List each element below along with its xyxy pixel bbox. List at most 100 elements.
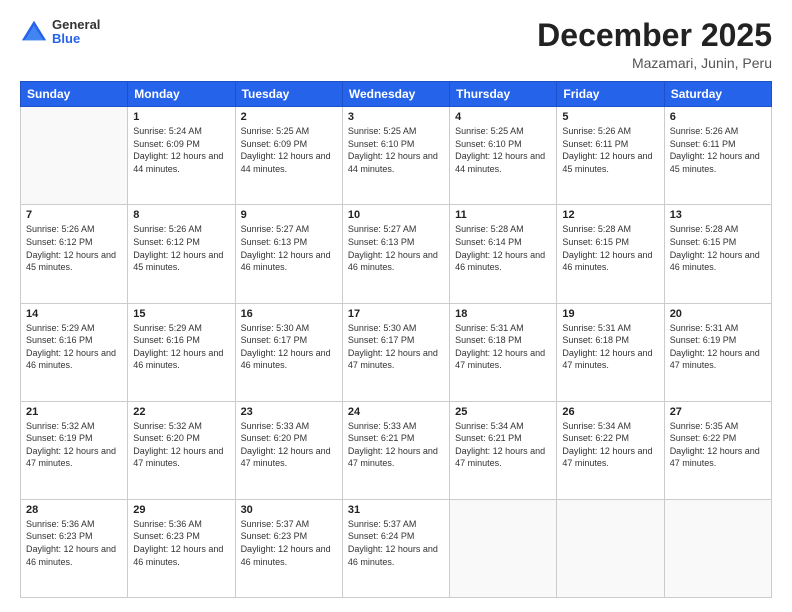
day-number: 29	[133, 504, 229, 516]
day-number: 8	[133, 209, 229, 221]
calendar-week-5: 28 Sunrise: 5:36 AMSunset: 6:23 PMDayligh…	[21, 499, 772, 597]
calendar-header-wednesday: Wednesday	[342, 82, 449, 107]
day-number: 9	[241, 209, 337, 221]
day-info: Sunrise: 5:26 AMSunset: 6:12 PMDaylight:…	[26, 223, 122, 273]
day-info: Sunrise: 5:26 AMSunset: 6:12 PMDaylight:…	[133, 223, 229, 273]
day-info: Sunrise: 5:31 AMSunset: 6:18 PMDaylight:…	[562, 322, 658, 372]
day-info: Sunrise: 5:34 AMSunset: 6:21 PMDaylight:…	[455, 420, 551, 470]
calendar-header-sunday: Sunday	[21, 82, 128, 107]
day-number: 19	[562, 308, 658, 320]
calendar-week-1: 1 Sunrise: 5:24 AMSunset: 6:09 PMDaylight…	[21, 107, 772, 205]
day-info: Sunrise: 5:36 AMSunset: 6:23 PMDaylight:…	[26, 518, 122, 568]
day-number: 11	[455, 209, 551, 221]
day-info: Sunrise: 5:24 AMSunset: 6:09 PMDaylight:…	[133, 125, 229, 175]
day-info: Sunrise: 5:28 AMSunset: 6:15 PMDaylight:…	[670, 223, 766, 273]
calendar-week-3: 14Sunrise: 5:29 AMSunset: 6:16 PMDayligh…	[21, 303, 772, 401]
day-number: 2	[241, 111, 337, 123]
day-number: 25	[455, 406, 551, 418]
day-info: Sunrise: 5:33 AMSunset: 6:20 PMDaylight:…	[241, 420, 337, 470]
location: Mazamari, Junin, Peru	[537, 55, 772, 71]
calendar-cell: 8 Sunrise: 5:26 AMSunset: 6:12 PMDaylight…	[128, 205, 235, 303]
calendar-header-thursday: Thursday	[450, 82, 557, 107]
day-number: 15	[133, 308, 229, 320]
day-number: 3	[348, 111, 444, 123]
day-info: Sunrise: 5:28 AMSunset: 6:14 PMDaylight:…	[455, 223, 551, 273]
calendar-week-4: 21 Sunrise: 5:32 AMSunset: 6:19 PMDayligh…	[21, 401, 772, 499]
day-info: Sunrise: 5:34 AMSunset: 6:22 PMDaylight:…	[562, 420, 658, 470]
calendar-cell: 19 Sunrise: 5:31 AMSunset: 6:18 PMDayligh…	[557, 303, 664, 401]
day-number: 24	[348, 406, 444, 418]
day-info: Sunrise: 5:29 AMSunset: 6:16 PMDaylight:…	[26, 322, 122, 372]
day-number: 22	[133, 406, 229, 418]
day-number: 28	[26, 504, 122, 516]
calendar-cell	[557, 499, 664, 597]
calendar-cell: 23 Sunrise: 5:33 AMSunset: 6:20 PMDayligh…	[235, 401, 342, 499]
day-info: Sunrise: 5:37 AMSunset: 6:24 PMDaylight:…	[348, 518, 444, 568]
calendar-cell: 31 Sunrise: 5:37 AMSunset: 6:24 PMDayligh…	[342, 499, 449, 597]
day-info: Sunrise: 5:26 AMSunset: 6:11 PMDaylight:…	[562, 125, 658, 175]
logo-text: General Blue	[52, 18, 100, 47]
logo: General Blue	[20, 18, 100, 47]
day-number: 13	[670, 209, 766, 221]
day-info: Sunrise: 5:30 AMSunset: 6:17 PMDaylight:…	[348, 322, 444, 372]
day-number: 27	[670, 406, 766, 418]
calendar-cell: 13 Sunrise: 5:28 AMSunset: 6:15 PMDayligh…	[664, 205, 771, 303]
calendar-cell: 16 Sunrise: 5:30 AMSunset: 6:17 PMDayligh…	[235, 303, 342, 401]
day-info: Sunrise: 5:32 AMSunset: 6:19 PMDaylight:…	[26, 420, 122, 470]
day-info: Sunrise: 5:31 AMSunset: 6:18 PMDaylight:…	[455, 322, 551, 372]
calendar-cell: 26Sunrise: 5:34 AMSunset: 6:22 PMDayligh…	[557, 401, 664, 499]
day-number: 16	[241, 308, 337, 320]
calendar-table: SundayMondayTuesdayWednesdayThursdayFrid…	[20, 81, 772, 598]
calendar-cell	[21, 107, 128, 205]
calendar-cell: 1 Sunrise: 5:24 AMSunset: 6:09 PMDaylight…	[128, 107, 235, 205]
day-number: 31	[348, 504, 444, 516]
calendar-header-row: SundayMondayTuesdayWednesdayThursdayFrid…	[21, 82, 772, 107]
title-area: December 2025 Mazamari, Junin, Peru	[537, 18, 772, 71]
calendar-cell: 25 Sunrise: 5:34 AMSunset: 6:21 PMDayligh…	[450, 401, 557, 499]
calendar-header-saturday: Saturday	[664, 82, 771, 107]
calendar-header-monday: Monday	[128, 82, 235, 107]
calendar-cell: 4Sunrise: 5:25 AMSunset: 6:10 PMDaylight…	[450, 107, 557, 205]
calendar-cell: 22 Sunrise: 5:32 AMSunset: 6:20 PMDayligh…	[128, 401, 235, 499]
day-number: 23	[241, 406, 337, 418]
header: General Blue December 2025 Mazamari, Jun…	[20, 18, 772, 71]
calendar-header-friday: Friday	[557, 82, 664, 107]
day-number: 12	[562, 209, 658, 221]
day-info: Sunrise: 5:26 AMSunset: 6:11 PMDaylight:…	[670, 125, 766, 175]
day-number: 17	[348, 308, 444, 320]
day-number: 10	[348, 209, 444, 221]
day-info: Sunrise: 5:37 AMSunset: 6:23 PMDaylight:…	[241, 518, 337, 568]
logo-blue-text: Blue	[52, 32, 100, 46]
day-info: Sunrise: 5:32 AMSunset: 6:20 PMDaylight:…	[133, 420, 229, 470]
day-number: 1	[133, 111, 229, 123]
calendar-cell: 9Sunrise: 5:27 AMSunset: 6:13 PMDaylight…	[235, 205, 342, 303]
day-number: 6	[670, 111, 766, 123]
day-info: Sunrise: 5:29 AMSunset: 6:16 PMDaylight:…	[133, 322, 229, 372]
day-info: Sunrise: 5:25 AMSunset: 6:09 PMDaylight:…	[241, 125, 337, 175]
day-info: Sunrise: 5:28 AMSunset: 6:15 PMDaylight:…	[562, 223, 658, 273]
calendar-cell	[450, 499, 557, 597]
calendar-cell: 12 Sunrise: 5:28 AMSunset: 6:15 PMDayligh…	[557, 205, 664, 303]
calendar-cell: 18 Sunrise: 5:31 AMSunset: 6:18 PMDayligh…	[450, 303, 557, 401]
day-number: 20	[670, 308, 766, 320]
day-info: Sunrise: 5:25 AMSunset: 6:10 PMDaylight:…	[455, 125, 551, 175]
day-number: 18	[455, 308, 551, 320]
calendar-cell: 27 Sunrise: 5:35 AMSunset: 6:22 PMDayligh…	[664, 401, 771, 499]
day-number: 30	[241, 504, 337, 516]
day-info: Sunrise: 5:27 AMSunset: 6:13 PMDaylight:…	[348, 223, 444, 273]
calendar-cell: 17 Sunrise: 5:30 AMSunset: 6:17 PMDayligh…	[342, 303, 449, 401]
page: General Blue December 2025 Mazamari, Jun…	[0, 0, 792, 612]
day-info: Sunrise: 5:36 AMSunset: 6:23 PMDaylight:…	[133, 518, 229, 568]
calendar-cell: 28 Sunrise: 5:36 AMSunset: 6:23 PMDayligh…	[21, 499, 128, 597]
calendar-week-2: 7Sunrise: 5:26 AMSunset: 6:12 PMDaylight…	[21, 205, 772, 303]
calendar-cell: 24Sunrise: 5:33 AMSunset: 6:21 PMDayligh…	[342, 401, 449, 499]
day-info: Sunrise: 5:30 AMSunset: 6:17 PMDaylight:…	[241, 322, 337, 372]
calendar-cell: 6 Sunrise: 5:26 AMSunset: 6:11 PMDaylight…	[664, 107, 771, 205]
calendar-header-tuesday: Tuesday	[235, 82, 342, 107]
day-number: 21	[26, 406, 122, 418]
calendar-cell: 2 Sunrise: 5:25 AMSunset: 6:09 PMDaylight…	[235, 107, 342, 205]
calendar-cell: 21 Sunrise: 5:32 AMSunset: 6:19 PMDayligh…	[21, 401, 128, 499]
day-info: Sunrise: 5:35 AMSunset: 6:22 PMDaylight:…	[670, 420, 766, 470]
calendar-cell: 15 Sunrise: 5:29 AMSunset: 6:16 PMDayligh…	[128, 303, 235, 401]
calendar-cell: 7Sunrise: 5:26 AMSunset: 6:12 PMDaylight…	[21, 205, 128, 303]
